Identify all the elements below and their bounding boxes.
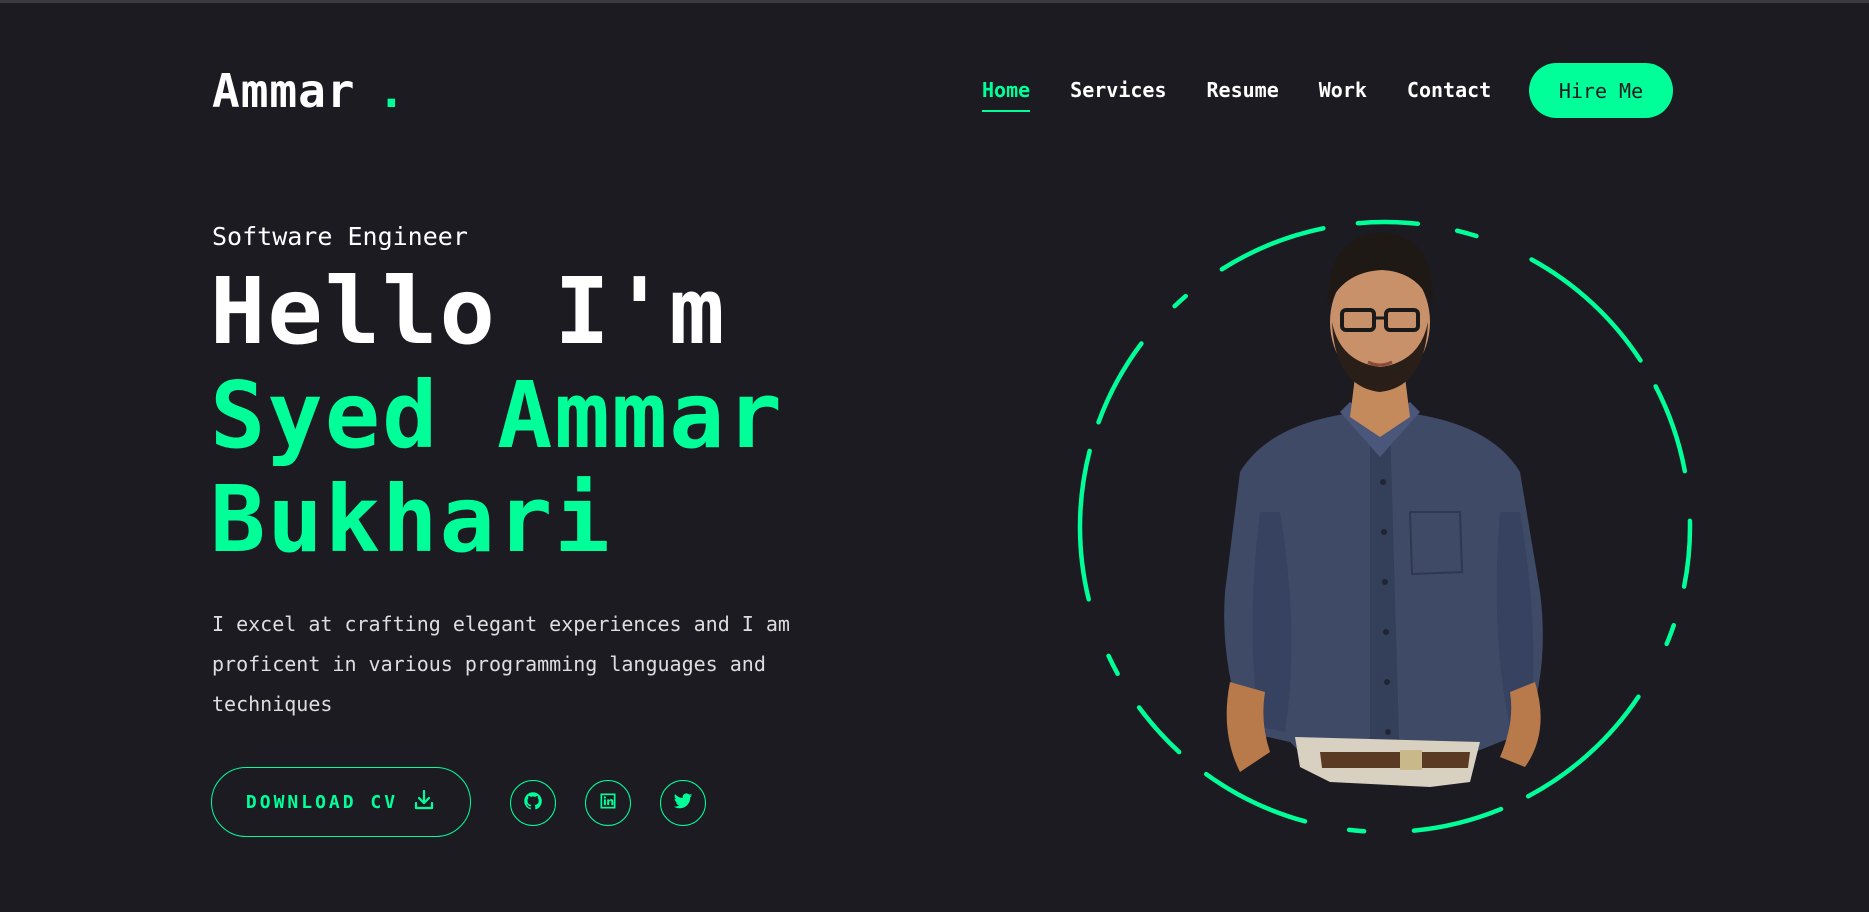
window-top-border — [0, 0, 1869, 3]
profile-photo — [1224, 232, 1543, 787]
logo-dot: . — [377, 64, 407, 118]
logo[interactable]: Ammar . — [212, 64, 406, 118]
github-icon — [523, 791, 543, 815]
download-icon — [412, 788, 436, 817]
twitter-link[interactable] — [660, 780, 706, 826]
hero-description: I excel at crafting elegant experiences … — [212, 612, 790, 716]
name-line-2: Bukhari — [210, 466, 612, 573]
nav-item-contact[interactable]: Contact — [1407, 78, 1491, 102]
nav-item-home[interactable]: Home — [982, 78, 1031, 112]
profile-photo-area — [1070, 212, 1700, 842]
page: Ammar . Home Services Resume Work Contac… — [0, 0, 1869, 912]
hire-me-button[interactable]: Hire Me — [1529, 63, 1673, 118]
name-heading: Syed Ammar Bukhari — [210, 364, 784, 572]
logo-text: Ammar — [212, 64, 356, 118]
linkedin-icon — [598, 791, 618, 815]
twitter-icon — [673, 791, 693, 815]
linkedin-link[interactable] — [585, 780, 631, 826]
role-title: Software Engineer — [212, 222, 468, 251]
name-line-1: Syed Ammar — [210, 362, 784, 469]
download-cv-label: DOWNLOAD CV — [245, 791, 399, 813]
nav-item-resume[interactable]: Resume — [1207, 78, 1279, 102]
github-link[interactable] — [510, 780, 556, 826]
download-cv-button[interactable]: DOWNLOAD CV — [211, 767, 471, 837]
greeting-heading: Hello I'm — [210, 258, 727, 365]
nav-item-work[interactable]: Work — [1319, 78, 1367, 102]
nav-item-services[interactable]: Services — [1070, 78, 1166, 102]
main-nav: Home Services Resume Work Contact — [982, 78, 1491, 112]
